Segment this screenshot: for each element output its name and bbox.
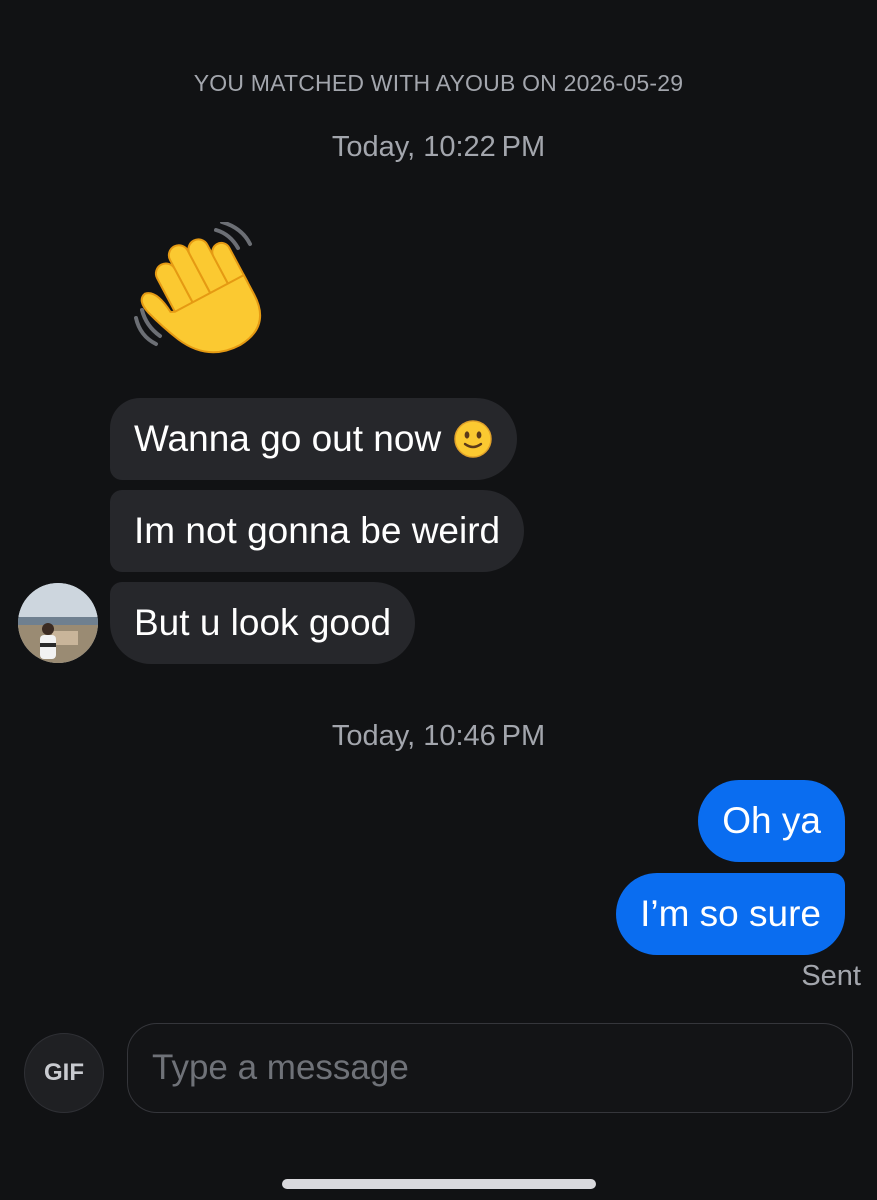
sent-message-1[interactable]: Oh ya	[698, 780, 845, 862]
gif-button[interactable]: GIF	[24, 1033, 104, 1113]
sent-status: Sent	[801, 960, 861, 992]
message-input[interactable]	[127, 1023, 853, 1113]
waving-hand-icon[interactable]	[134, 222, 280, 362]
received-message-1[interactable]: Wanna go out now	[110, 398, 518, 480]
message-text: Im not gonna be weird	[134, 510, 501, 551]
sent-message-2[interactable]: I’m so sure	[616, 873, 845, 955]
message-text: Oh ya	[722, 800, 821, 841]
gif-button-label: GIF	[44, 1059, 84, 1086]
slightly-smiling-face-icon	[454, 420, 492, 458]
message-text: Wanna go out now	[134, 418, 442, 459]
avatar-photo	[18, 583, 98, 663]
timestamp-second: Today, 10:46 PM	[331, 720, 546, 752]
timestamp-first: Today, 10:22 PM	[331, 131, 546, 163]
message-text: I’m so sure	[640, 893, 821, 934]
received-message-2[interactable]: Im not gonna be weird	[110, 490, 525, 572]
match-banner: YOU MATCHED WITH AYOUB ON 2026-05-29	[193, 70, 684, 96]
message-text: But u look good	[134, 602, 392, 643]
contact-avatar[interactable]	[18, 583, 98, 663]
home-indicator[interactable]	[282, 1179, 596, 1189]
received-message-3[interactable]: But u look good	[110, 582, 416, 664]
